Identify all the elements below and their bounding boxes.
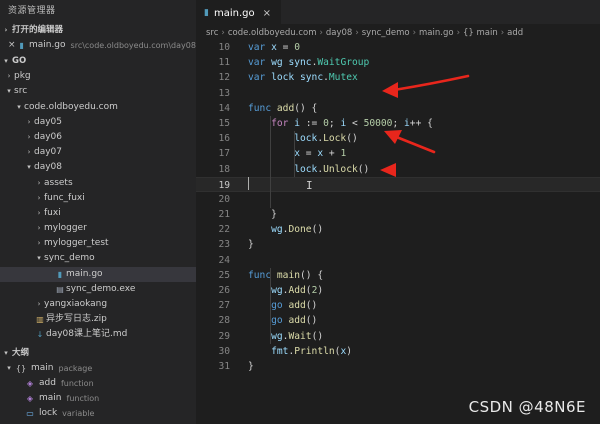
chevron-down-icon: ▾ <box>7 87 11 96</box>
tree-item[interactable]: ▥ 异步写日志.zip <box>0 312 196 327</box>
cube-icon: ◈ <box>26 393 34 403</box>
outline-item-detail: variable <box>62 409 95 419</box>
go-file-icon: ▮ <box>19 41 24 50</box>
tree-item-label: func_fuxi <box>44 192 85 203</box>
chevron-down-icon: ▾ <box>4 57 8 66</box>
tree-item-label: code.oldboyedu.com <box>24 101 118 112</box>
arrow-1 <box>392 74 470 92</box>
chevron-right-icon: › <box>37 178 41 187</box>
tree-item[interactable]: ▾ day08 <box>0 160 196 175</box>
tree-item-label: assets <box>44 177 73 188</box>
workspace-header[interactable]: ▾ GO <box>0 53 196 69</box>
open-editors-label: 打开的编辑器 <box>12 25 64 35</box>
workspace-label: GO <box>12 56 27 67</box>
editor-pane: ▮ main.go × src › code.oldboyedu.com › day08… <box>196 0 600 424</box>
arrow-2 <box>392 134 436 154</box>
open-editor-item[interactable]: × ▮ main.go src\code.oldboyedu.com\day08… <box>0 38 196 53</box>
cube-icon: ◈ <box>26 378 34 388</box>
chevron-down-icon: ▾ <box>17 102 21 111</box>
tree-item-label: src <box>14 86 28 97</box>
chevron-right-icon: › <box>27 132 31 141</box>
tree-item[interactable]: ▤ sync_demo.exe <box>0 282 196 297</box>
zip-file-icon: ▥ <box>36 315 44 325</box>
chevron-down-icon: ▾ <box>37 254 41 263</box>
outline-item[interactable]: ◈ main function <box>0 391 196 406</box>
tree-item-label: sync_demo <box>44 253 95 264</box>
tree-item[interactable]: ▾ code.oldboyedu.com <box>0 100 196 115</box>
variable-icon: ▭ <box>26 409 34 419</box>
tree-item[interactable]: ▾ sync_demo <box>0 251 196 266</box>
outline-item[interactable]: ▾ {} main package <box>0 361 196 376</box>
annotation-arrows <box>380 74 470 177</box>
outline-item-label: lock <box>39 408 58 419</box>
explorer-sidebar: 资源管理器 › 打开的编辑器 × ▮ main.go src\code.oldb… <box>0 0 196 424</box>
chevron-right-icon: › <box>37 193 41 202</box>
outline-list: ▾ {} main package ◈ add function ◈ main function ▭… <box>0 361 196 422</box>
outline-item[interactable]: ▭ lock variable <box>0 406 196 421</box>
tree-item-label: 异步写日志.zip <box>46 314 107 325</box>
chevron-right-icon: › <box>37 300 41 308</box>
tree-item[interactable]: › mylogger <box>0 221 196 236</box>
tree-item[interactable]: › pkg <box>0 69 196 84</box>
tree-item-label: day08课上笔记.md <box>46 329 128 340</box>
tree-item-label: sync_demo.exe <box>66 283 136 294</box>
open-editor-name: main.go <box>28 40 66 50</box>
tree-item-label: day08 <box>34 162 63 173</box>
chevron-down-icon: ▾ <box>27 163 31 172</box>
tree-item-label: day07 <box>34 147 63 158</box>
outline-header[interactable]: ▾ 大纲 <box>0 345 196 361</box>
chevron-right-icon: › <box>27 117 31 126</box>
chevron-right-icon: › <box>4 26 8 34</box>
tree-item[interactable]: › assets <box>0 176 196 191</box>
outline-label: 大纲 <box>12 347 30 358</box>
tree-item[interactable]: › mylogger_test <box>0 236 196 251</box>
tree-item-label: yangxiaokang <box>44 299 108 309</box>
close-icon[interactable]: × <box>8 38 16 53</box>
tree-item-label: fuxi <box>44 207 61 218</box>
outline-item-detail: package <box>58 363 93 373</box>
outline-item[interactable]: ◈ add function <box>0 376 196 391</box>
tree-item[interactable]: › fuxi <box>0 206 196 221</box>
arrowhead-1 <box>382 82 398 98</box>
watermark: CSDN @48N6E <box>468 398 586 416</box>
tree-item[interactable]: ↓ day08课上笔记.md <box>0 327 196 342</box>
chevron-right-icon: › <box>37 224 41 233</box>
go-file-icon: ▮ <box>57 269 63 279</box>
outline-item-label: main <box>39 392 62 403</box>
chevron-right-icon: › <box>37 239 41 248</box>
markdown-file-icon: ↓ <box>36 330 44 340</box>
braces-icon: {} <box>15 363 27 373</box>
open-editors-header[interactable]: › 打开的编辑器 <box>0 22 196 38</box>
chevron-right-icon: › <box>27 148 31 157</box>
open-editor-path: src\code.oldboyedu.com\day08\s... <box>70 41 196 50</box>
file-icon: ▤ <box>56 284 64 294</box>
tree-item-label: mylogger <box>44 223 87 234</box>
chevron-down-icon: ▾ <box>7 363 11 372</box>
outline-item-detail: function <box>66 393 100 403</box>
tree-item[interactable]: › yangxiaokang <box>0 297 196 312</box>
tree-item-label: main.go <box>66 268 103 279</box>
outline-item-detail: function <box>60 378 94 388</box>
tree-item[interactable]: ▾ src <box>0 84 196 99</box>
tree-item[interactable]: ▮ main.go <box>0 266 196 282</box>
tree-item-label: day05 <box>34 116 63 127</box>
tree-item[interactable]: › day05 <box>0 115 196 130</box>
outline-item-label: main <box>31 362 54 373</box>
tree-item[interactable]: › func_fuxi <box>0 191 196 206</box>
tree-item[interactable]: › day06 <box>0 130 196 145</box>
file-tree: › pkg ▾ src ▾ code.oldboyedu.com › day05 › day06 ›… <box>0 69 196 342</box>
outline-item-label: add <box>39 377 56 388</box>
tree-item-label: mylogger_test <box>44 238 109 249</box>
explorer-title: 资源管理器 <box>8 6 56 16</box>
tree-item[interactable]: › day07 <box>0 145 196 160</box>
arrowhead-3 <box>380 163 396 177</box>
tree-item-label: day06 <box>34 131 63 142</box>
chevron-right-icon: › <box>7 72 11 81</box>
chevron-right-icon: › <box>37 208 41 217</box>
tree-item-label: pkg <box>14 71 31 82</box>
chevron-down-icon: ▾ <box>4 348 8 357</box>
